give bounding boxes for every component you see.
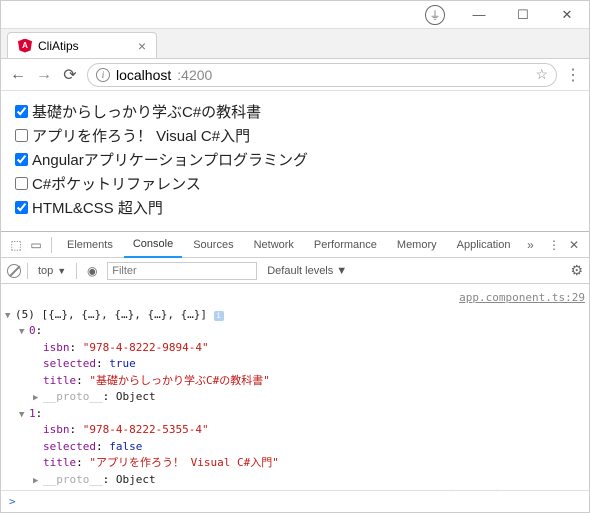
url-port: :4200 (177, 67, 212, 83)
forward-button: → (35, 66, 53, 84)
browser-menu-icon[interactable]: ⋮ (565, 65, 581, 85)
devtools-tab-performance[interactable]: Performance (305, 232, 386, 258)
book-row: アプリを作ろう！ Visual C#入門 (15, 125, 575, 146)
info-badge-icon[interactable]: i (214, 311, 224, 321)
book-checkbox[interactable] (15, 105, 28, 118)
console-prop: selected: true (5, 356, 585, 373)
book-title: HTML&CSS 超入門 (32, 197, 163, 218)
console-context-select[interactable]: top▼ (34, 265, 70, 277)
book-checkbox[interactable] (15, 177, 28, 190)
bookmark-star-icon[interactable]: ☆ (535, 66, 548, 83)
book-row: Angularアプリケーションプログラミング (15, 149, 575, 170)
eye-icon[interactable]: ◉ (83, 262, 101, 280)
console-toolbar: top▼ ◉ Default levels ▼ ⚙ (1, 258, 589, 284)
browser-tab[interactable]: A CliAtips × (7, 32, 157, 58)
toolbar: ← → ⟳ i localhost :4200 ☆ ⋮ (1, 59, 589, 91)
console-prop: title: "基礎からしっかり学ぶC#の教科書" (5, 373, 585, 390)
url-host: localhost (116, 67, 171, 83)
angular-icon: A (18, 39, 32, 53)
console-prop: title: "アプリを作ろう！ Visual C#入門" (5, 455, 585, 472)
page-content: 基礎からしっかり学ぶC#の教科書 アプリを作ろう！ Visual C#入門 An… (1, 91, 589, 231)
user-account-icon[interactable]: ⏚ (413, 1, 457, 29)
devtools-header: ⬚ ▭ Elements Console Sources Network Per… (1, 232, 589, 258)
maximize-button[interactable]: ☐ (501, 1, 545, 29)
devtools-menu-icon[interactable]: ⋮ (545, 236, 563, 254)
console-object[interactable]: ▼1: (5, 406, 585, 423)
devtools-more-tabs-icon[interactable]: » (521, 236, 539, 254)
console-prop: selected: false (5, 439, 585, 456)
devtools-tab-elements[interactable]: Elements (58, 232, 122, 258)
log-levels-select[interactable]: Default levels ▼ (263, 265, 351, 277)
book-title: C#ポケットリファレンス (32, 173, 201, 194)
devtools-tab-network[interactable]: Network (245, 232, 303, 258)
console-line[interactable]: ▼(5) [{…}, {…}, {…}, {…}, {…}] i (5, 307, 585, 324)
console-proto[interactable]: ▶__proto__: Object (5, 472, 585, 489)
book-row: C#ポケットリファレンス (15, 173, 575, 194)
reload-button[interactable]: ⟳ (61, 65, 79, 85)
book-row: 基礎からしっかり学ぶC#の教科書 (15, 101, 575, 122)
console-settings-icon[interactable]: ⚙ (570, 262, 583, 279)
book-title: 基礎からしっかり学ぶC#の教科書 (32, 101, 261, 122)
console-proto[interactable]: ▶__proto__: Object (5, 389, 585, 406)
console-object[interactable]: ▼0: (5, 323, 585, 340)
book-checkbox[interactable] (15, 129, 28, 142)
devtools-tab-memory[interactable]: Memory (388, 232, 446, 258)
console-output[interactable]: app.component.ts:29 ▼(5) [{…}, {…}, {…},… (1, 284, 589, 490)
minimize-button[interactable]: — (457, 1, 501, 29)
back-button[interactable]: ← (9, 66, 27, 84)
console-prompt[interactable]: > (1, 490, 589, 512)
window-close-button[interactable]: ✕ (545, 1, 589, 29)
book-checkbox[interactable] (15, 153, 28, 166)
console-prop: isbn: "978-4-8222-5355-4" (5, 422, 585, 439)
devtools-panel: ⬚ ▭ Elements Console Sources Network Per… (1, 231, 589, 512)
devtools-tab-sources[interactable]: Sources (184, 232, 242, 258)
book-title: アプリを作ろう！ Visual C#入門 (32, 125, 250, 146)
console-prop: isbn: "978-4-8222-9894-4" (5, 340, 585, 357)
devtools-tab-console[interactable]: Console (124, 232, 182, 258)
console-filter-input[interactable] (107, 262, 257, 280)
tab-title: CliAtips (38, 39, 79, 53)
inspect-element-icon[interactable]: ⬚ (7, 236, 25, 254)
devtools-close-icon[interactable]: ✕ (565, 236, 583, 254)
tab-close-icon[interactable]: × (138, 38, 146, 54)
tab-strip: A CliAtips × (1, 29, 589, 59)
window-titlebar: ⏚ — ☐ ✕ (1, 1, 589, 29)
clear-console-icon[interactable] (7, 264, 21, 278)
book-row: HTML&CSS 超入門 (15, 197, 575, 218)
book-checkbox[interactable] (15, 201, 28, 214)
book-title: Angularアプリケーションプログラミング (32, 149, 308, 170)
device-toggle-icon[interactable]: ▭ (27, 236, 45, 254)
address-bar[interactable]: i localhost :4200 ☆ (87, 63, 557, 87)
devtools-tab-application[interactable]: Application (448, 232, 520, 258)
source-link[interactable]: app.component.ts:29 (459, 290, 585, 307)
site-info-icon[interactable]: i (96, 68, 110, 82)
